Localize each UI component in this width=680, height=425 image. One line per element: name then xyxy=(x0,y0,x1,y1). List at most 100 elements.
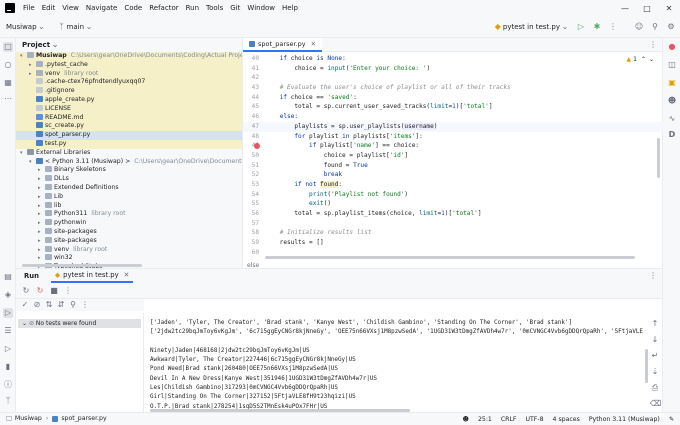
scroll-end-icon[interactable]: ⇣ xyxy=(650,367,660,377)
line-number[interactable]: 42 xyxy=(243,73,259,83)
line-number[interactable]: 52 xyxy=(243,170,259,180)
code-line[interactable]: 43 # Evaluate the user's choice of playl… xyxy=(243,83,663,93)
tree-item[interactable]: ▸ win32 xyxy=(16,254,242,263)
close-tab-icon[interactable]: ✕ xyxy=(311,40,316,48)
code-line[interactable]: 52 break xyxy=(243,170,663,180)
chevron-right-icon[interactable]: ▸ xyxy=(38,166,45,175)
tree-item[interactable]: ▸ site-packages xyxy=(16,236,242,246)
problems-icon[interactable]: ⓘ xyxy=(3,380,13,390)
chevron-right-icon[interactable]: ▸ xyxy=(38,193,45,202)
code-line[interactable]: 49 if playlist['name'] == choice: xyxy=(243,141,663,151)
menu-item-file[interactable]: File xyxy=(23,4,35,12)
more-tools-icon[interactable]: ⋯ xyxy=(3,94,13,104)
chevron-right-icon[interactable]: ▸ xyxy=(38,219,45,228)
run-tool-icon[interactable]: ▷ xyxy=(3,308,13,318)
line-number[interactable]: 50 xyxy=(243,151,259,161)
menu-item-git[interactable]: Git xyxy=(230,4,240,12)
settings-icon[interactable]: ⚙ xyxy=(666,22,676,32)
line-number[interactable]: 41 xyxy=(243,64,259,74)
run-icon[interactable]: ▷ xyxy=(576,22,586,32)
chevron-right-icon[interactable]: ▸ xyxy=(29,70,36,79)
project-panel-header[interactable]: Project ⌄ xyxy=(16,38,242,52)
chevron-right-icon[interactable]: ▸ xyxy=(38,246,45,255)
code-line[interactable]: 41 choice = input('Enter your choice: ') xyxy=(243,64,663,74)
menu-item-help[interactable]: Help xyxy=(282,4,298,12)
maximize-icon[interactable]: □ xyxy=(636,4,658,13)
sort-icon[interactable]: ⇅ xyxy=(44,300,54,310)
code-line[interactable]: 54 print('Playlist not found') xyxy=(243,190,663,200)
code-line[interactable]: 44 if choice == 'saved': xyxy=(243,93,663,103)
tree-item[interactable]: ▸ site-packages xyxy=(16,227,242,237)
file-encoding[interactable]: UTF-8 xyxy=(526,416,544,423)
line-number[interactable]: 43 xyxy=(243,83,259,93)
database-icon[interactable]: ◫ xyxy=(667,60,677,70)
tree-item[interactable]: LICENSE xyxy=(16,104,242,114)
line-number[interactable]: 60 xyxy=(243,248,259,258)
check-icon[interactable]: ✓ xyxy=(20,300,30,310)
tree-item[interactable]: ▸ Python311 library root xyxy=(16,210,242,219)
line-number[interactable]: 56 xyxy=(243,209,259,219)
tree-item[interactable]: ▾ < Python 3.11 (Musiwap) > C:\Users\gear\… xyxy=(16,157,242,167)
close-icon[interactable]: ✕ xyxy=(658,4,680,13)
tree-item[interactable]: ▸ pythonwin xyxy=(16,219,242,228)
chevron-right-icon[interactable]: ▸ xyxy=(38,175,45,184)
code-line[interactable]: 40 if choice is None: xyxy=(243,54,663,64)
chevron-right-icon[interactable]: ▸ xyxy=(38,210,45,219)
code-line[interactable]: 58 # Initialize results list xyxy=(243,228,663,238)
breakpoint-icon[interactable] xyxy=(254,143,260,150)
tree-item[interactable]: ▸ Binary Skeletons xyxy=(16,166,242,175)
chevron-down-icon[interactable]: ▾ xyxy=(20,52,27,61)
tree-item[interactable]: ▸ venv library root xyxy=(16,245,242,255)
run-vscrollbar[interactable] xyxy=(645,349,648,383)
status-project[interactable]: Musiwap xyxy=(15,415,42,422)
line-number[interactable]: 59 xyxy=(243,238,259,248)
copilot-icon[interactable]: ☻ xyxy=(667,96,677,106)
chevron-down-icon[interactable]: ▾ xyxy=(29,158,36,167)
tree-item[interactable]: ▸ venv library root xyxy=(16,69,242,79)
code-line[interactable]: 48 for playlist in playlists['items']: xyxy=(243,132,663,142)
python-interpreter[interactable]: Python 3.11 (Musiwap) xyxy=(589,416,660,423)
line-number[interactable]: 47 xyxy=(243,122,259,132)
test-tree-item[interactable]: ⌄ ⊘ No tests were found xyxy=(18,319,141,328)
status-file[interactable]: spot_parser.py xyxy=(61,415,106,422)
code-line[interactable]: 56 total = sp.playlist_items(choice, lim… xyxy=(243,209,663,219)
add-user-icon[interactable]: ☺ xyxy=(634,22,644,32)
tree-item[interactable]: test.py xyxy=(16,139,242,149)
close-tab-icon[interactable]: ✕ xyxy=(124,271,130,279)
tree-item[interactable]: .gitignore xyxy=(16,87,242,96)
collapse-icon[interactable]: ⇵ xyxy=(56,300,66,310)
git-icon[interactable]: ᛉ xyxy=(3,396,13,406)
editor-scrollbar[interactable] xyxy=(265,256,635,259)
run-output[interactable]: ['Jaden', 'Tyler, The Creator', 'Brad st… xyxy=(150,319,650,413)
scientific-icon[interactable]: ▣ xyxy=(667,78,677,88)
more-icon[interactable]: ⋮ xyxy=(63,286,73,296)
minimize-icon[interactable]: — xyxy=(614,4,636,13)
line-number[interactable]: 40 xyxy=(243,54,259,64)
branch-selector[interactable]: ᛉ main ⌄ xyxy=(57,22,95,32)
scroll-up-icon[interactable]: ↑ xyxy=(650,319,660,329)
print-icon[interactable]: ⎙ xyxy=(650,383,660,393)
line-number[interactable]: 53 xyxy=(243,180,259,190)
chevron-right-icon[interactable]: ▸ xyxy=(38,228,45,237)
menu-item-view[interactable]: View xyxy=(62,4,79,12)
code-line[interactable]: 59 results = [] xyxy=(243,238,663,248)
lock-icon[interactable]: ✎ xyxy=(669,416,674,423)
line-number[interactable]: 57 xyxy=(243,219,259,229)
copilot-status-icon[interactable]: ☻ xyxy=(463,416,469,423)
run-config-selector[interactable]: ◆ pytest in test.py ⌄ xyxy=(493,22,570,32)
chevron-right-icon[interactable]: ▸ xyxy=(38,254,45,263)
code-line[interactable]: 47 playlists = sp.user_playlists(usernam… xyxy=(243,121,663,132)
python-packages-icon[interactable]: ▤ xyxy=(3,272,13,282)
terminal-icon[interactable]: ▮ xyxy=(3,362,13,372)
zoom-icon[interactable]: ⚲ xyxy=(68,300,78,310)
line-separator[interactable]: CRLF xyxy=(501,416,517,423)
menu-item-edit[interactable]: Edit xyxy=(42,4,56,12)
project-folder-icon[interactable]: □ xyxy=(3,42,13,52)
tree-item[interactable]: ▾ Musiwap C:\Users\gear\OneDrive\Documents… xyxy=(16,52,242,61)
code-line[interactable]: 46 else: xyxy=(243,112,663,122)
line-number[interactable]: 46 xyxy=(243,112,259,122)
line-number[interactable]: 44 xyxy=(243,93,259,103)
more-icon[interactable]: ⋮ xyxy=(80,300,90,310)
filter-icon[interactable]: ⊘ xyxy=(32,300,42,310)
code-area[interactable]: 40 if choice is None: 41 choice = input('… xyxy=(243,54,663,257)
